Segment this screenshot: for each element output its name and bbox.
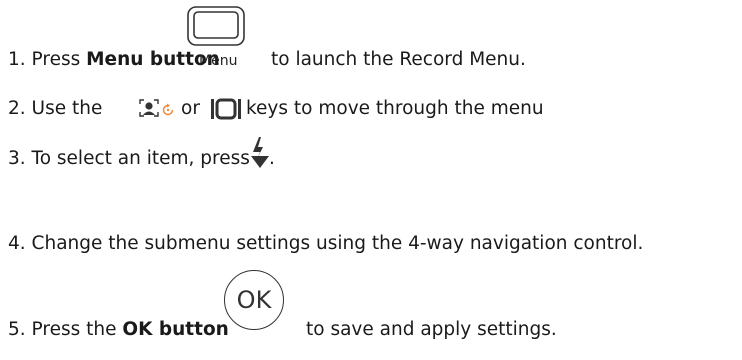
step-text: to save and apply settings. <box>306 319 557 340</box>
step-text: or <box>181 98 200 119</box>
step-text: Press <box>31 49 87 70</box>
step-bold-text: OK button <box>122 319 229 340</box>
step-text: to launch the Record Menu. <box>271 49 526 70</box>
step-3-tail: . <box>269 148 275 170</box>
step-3: 3. To select an item, press <box>8 148 250 170</box>
step-text: Change the submenu settings using the 4-… <box>31 233 644 254</box>
menu-button-icon <box>186 6 246 50</box>
step-text: Use the <box>31 98 103 119</box>
step-text: Press the <box>31 319 123 340</box>
step-4: 4. Change the submenu settings using the… <box>8 233 643 255</box>
step-1: 1. Press Menu button <box>8 49 220 71</box>
menu-button-label: Menu <box>199 53 238 69</box>
face-detect-icon <box>139 99 159 117</box>
step-2-tail: keys to move through the menu <box>246 98 544 120</box>
step-number: 1. <box>8 49 26 70</box>
rotate-icon <box>161 102 175 116</box>
step-2-mid: or <box>181 98 200 120</box>
step-text: keys to move through the menu <box>246 98 544 119</box>
step-2: 2. Use the <box>8 98 102 120</box>
ok-button-label: OK <box>236 286 272 314</box>
step-number: 4. <box>8 233 26 254</box>
flash-icon <box>251 136 269 170</box>
step-text: . <box>269 148 275 169</box>
step-1-tail: to launch the Record Menu. <box>271 49 526 71</box>
step-number: 5. <box>8 319 26 340</box>
step-5-tail: to save and apply settings. <box>306 319 557 341</box>
step-text: To select an item, press <box>31 148 250 169</box>
display-mode-icon <box>210 98 242 120</box>
step-number: 3. <box>8 148 26 169</box>
ok-button-icon: OK <box>224 270 284 330</box>
step-5: 5. Press the OK button <box>8 319 229 341</box>
step-number: 2. <box>8 98 26 119</box>
